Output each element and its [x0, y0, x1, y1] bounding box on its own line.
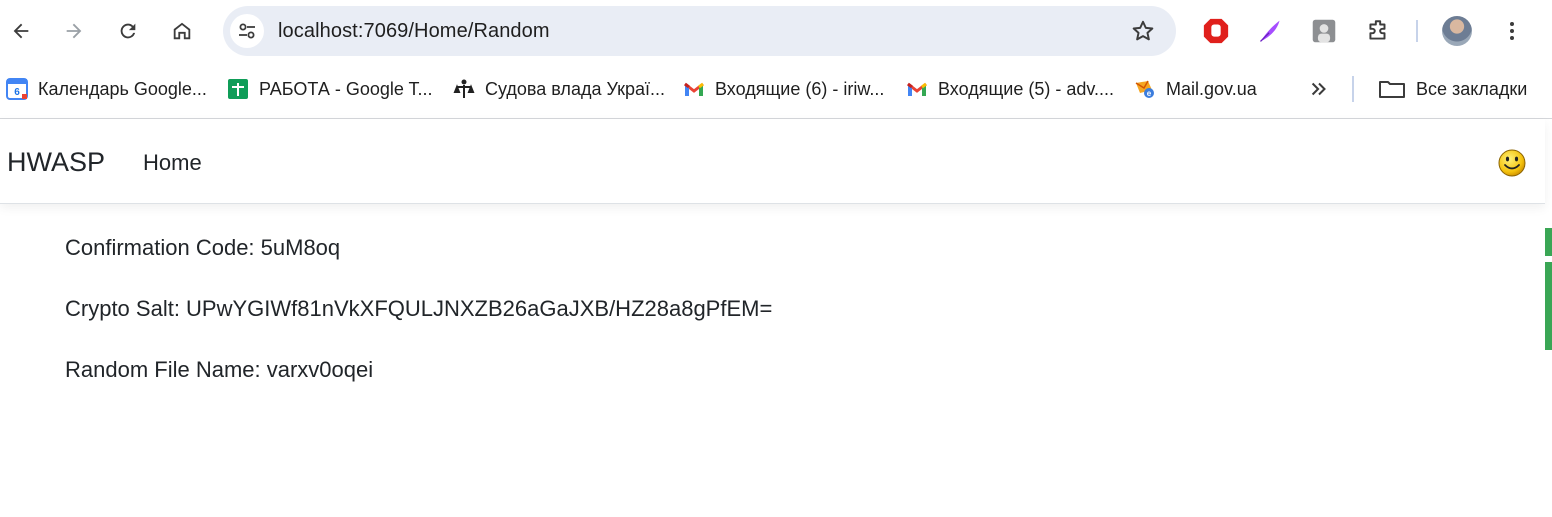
reload-button[interactable]: [112, 15, 144, 47]
home-button[interactable]: [166, 15, 198, 47]
site-info-button[interactable]: [230, 14, 264, 48]
bookmarks-separator: [1352, 76, 1354, 102]
bookmark-label: Судова влада Украї...: [485, 78, 665, 99]
google-sheets-icon: [227, 78, 249, 100]
back-button[interactable]: [5, 15, 37, 47]
random-file-name-text: Random File Name: varxv0oqei: [65, 357, 374, 382]
bookmark-google-sheets[interactable]: РАБОТА - Google T...: [227, 75, 433, 103]
random-values-panel: Confirmation Code: 5uM8oq Crypto Salt: U…: [65, 232, 772, 385]
app-brand[interactable]: HWASP: [7, 147, 105, 178]
bookmark-label: Входящие (5) - adv....: [938, 78, 1115, 99]
extensions-puzzle-icon[interactable]: [1363, 16, 1393, 46]
address-bar[interactable]: localhost:7069/Home/Random: [223, 6, 1176, 56]
adblock-extension-icon[interactable]: [1201, 16, 1231, 46]
arrow-right-icon: [66, 23, 82, 39]
bookmark-label: Mail.gov.ua: [1166, 78, 1257, 99]
home-icon: [173, 22, 191, 40]
gmail-icon: [683, 78, 705, 100]
bookmarks-overflow-button[interactable]: [1308, 75, 1330, 103]
tune-icon: [239, 23, 255, 39]
court-icon: [453, 78, 475, 100]
svg-text:6: 6: [14, 87, 20, 98]
reload-icon: [120, 23, 136, 39]
browser-toolbar: localhost:7069/Home/Random: [0, 0, 1552, 62]
app-navbar: HWASP Home: [0, 119, 1545, 204]
google-calendar-icon: 6: [6, 78, 28, 100]
url-text[interactable]: localhost:7069/Home/Random: [278, 20, 550, 43]
bookmark-mail-gov[interactable]: e Mail.gov.ua: [1134, 75, 1257, 103]
bookmark-label: РАБОТА - Google T...: [259, 78, 433, 99]
confirmation-code-text: Confirmation Code: 5uM8oq: [65, 235, 341, 260]
all-bookmarks-button[interactable]: Все закладки: [1378, 75, 1527, 103]
arrow-left-icon: [13, 23, 29, 39]
nav-home-link[interactable]: Home: [143, 150, 202, 176]
toolbar-separator: [1416, 20, 1418, 42]
bookmark-gmail-iriw[interactable]: Входящие (6) - iriw...: [683, 75, 884, 103]
bookmark-google-calendar[interactable]: 6 Календарь Google...: [6, 75, 207, 103]
forward-button[interactable]: [58, 15, 90, 47]
menu-kebab-icon[interactable]: [1497, 16, 1527, 46]
bookmark-court[interactable]: Судова влада Украї...: [453, 75, 665, 103]
bookmark-star-icon[interactable]: [1130, 18, 1156, 44]
profile-extension-icon[interactable]: [1309, 16, 1339, 46]
bookmark-label: Календарь Google...: [38, 78, 207, 99]
folder-icon: [1378, 78, 1406, 100]
scrollbar-marker: [1545, 262, 1552, 350]
quill-extension-icon[interactable]: [1255, 16, 1285, 46]
crypto-salt-text: Crypto Salt: UPwYGIWf81nVkXFQULJNXZB26aG…: [65, 296, 773, 321]
double-chevron-right-icon: [1311, 82, 1326, 96]
mail-gov-icon: e: [1134, 78, 1156, 100]
smiley-icon[interactable]: [1497, 148, 1527, 178]
bookmarks-bar: 6 Календарь Google... РАБОТА - Google T.…: [0, 62, 1552, 119]
profile-avatar[interactable]: [1442, 16, 1472, 46]
scrollbar-marker: [1545, 228, 1552, 256]
gmail-icon: [906, 78, 928, 100]
svg-text:e: e: [1147, 89, 1152, 98]
bookmark-label: Входящие (6) - iriw...: [715, 78, 885, 99]
bookmark-gmail-adv[interactable]: Входящие (5) - adv....: [906, 75, 1114, 103]
all-bookmarks-label: Все закладки: [1416, 78, 1528, 99]
